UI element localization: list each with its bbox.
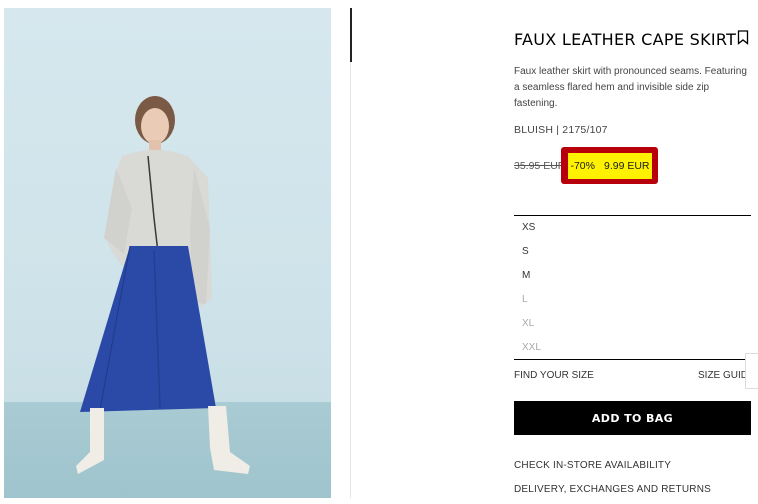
- size-option-xs[interactable]: XS: [522, 221, 541, 245]
- discount-percent: -70%: [570, 160, 595, 172]
- sale-price-badge: -70% 9.99 EUR: [568, 153, 652, 179]
- add-to-bag-button[interactable]: ADD TO BAG: [514, 401, 751, 435]
- model-illustration: [76, 96, 250, 474]
- product-title: FAUX LEATHER CAPE SKIRT: [514, 30, 737, 49]
- old-price: 35.95 EUR: [514, 160, 566, 172]
- find-your-size-link[interactable]: FIND YOUR SIZE: [514, 370, 594, 381]
- size-guide-link[interactable]: SIZE GUID: [698, 370, 748, 381]
- size-list: XS S M L XL XXL: [522, 221, 541, 365]
- size-option-xl: XL: [522, 318, 535, 329]
- sale-price: 9.99 EUR: [603, 160, 650, 172]
- divider: [350, 62, 351, 498]
- delivery-returns-link[interactable]: DELIVERY, EXCHANGES AND RETURNS: [514, 484, 711, 495]
- size-list-top-border: [514, 215, 751, 216]
- product-image[interactable]: [4, 8, 331, 498]
- side-panel-tab[interactable]: [745, 353, 758, 389]
- size-option-xxl: XXL: [522, 342, 541, 353]
- product-description: Faux leather skirt with pronounced seams…: [514, 66, 747, 109]
- size-option-l: L: [522, 294, 528, 305]
- gallery-scroll-indicator[interactable]: [350, 8, 352, 62]
- size-option-s[interactable]: S: [522, 245, 541, 269]
- product-reference: BLUISH | 2175/107: [514, 124, 608, 136]
- check-store-availability-link[interactable]: CHECK IN-STORE AVAILABILITY: [514, 460, 671, 471]
- size-option-m[interactable]: M: [522, 269, 541, 293]
- size-list-bottom-border: [514, 359, 751, 360]
- bookmark-icon[interactable]: [737, 30, 749, 45]
